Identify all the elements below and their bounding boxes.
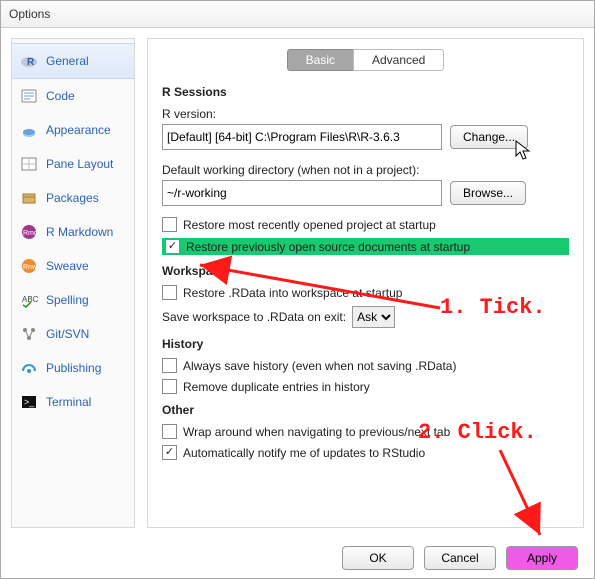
restore-docs-checkbox[interactable] (165, 239, 180, 254)
restore-docs-label: Restore previously open source documents… (186, 240, 470, 254)
restore-rdata-label: Restore .RData into workspace at startup (183, 286, 402, 300)
sidebar-item-general[interactable]: R General (12, 43, 134, 79)
wrap-tabs-label: Wrap around when navigating to previous/… (183, 425, 450, 439)
rmarkdown-icon: Rmd (20, 223, 38, 241)
browse-button[interactable]: Browse... (450, 181, 526, 205)
sidebar-item-label: Code (46, 89, 75, 103)
sweave-icon: Rnw (20, 257, 38, 275)
section-workspace: Workspace (162, 264, 569, 278)
sidebar-item-appearance[interactable]: Appearance (12, 113, 134, 147)
content-panel: Basic Advanced R Sessions R version: Cha… (147, 38, 584, 528)
sidebar-item-label: Appearance (46, 123, 111, 137)
section-history: History (162, 337, 569, 351)
save-workspace-label: Save workspace to .RData on exit: (162, 310, 346, 324)
spelling-icon: ABC (20, 291, 38, 309)
window-title: Options (9, 7, 50, 21)
r-version-input[interactable] (162, 124, 442, 150)
packages-icon (20, 189, 38, 207)
sidebar-item-label: Sweave (46, 259, 89, 273)
workdir-input[interactable] (162, 180, 442, 206)
publishing-icon (20, 359, 38, 377)
r-logo-icon: R (20, 52, 38, 70)
sidebar-item-git-svn[interactable]: Git/SVN (12, 317, 134, 351)
sidebar-item-code[interactable]: Code (12, 79, 134, 113)
sidebar-item-spelling[interactable]: ABC Spelling (12, 283, 134, 317)
sidebar-item-label: Git/SVN (46, 327, 89, 341)
notify-updates-checkbox[interactable] (162, 445, 177, 460)
restore-project-checkbox[interactable] (162, 217, 177, 232)
svg-text:Rnw: Rnw (23, 264, 38, 271)
svg-text:Rmd: Rmd (23, 230, 38, 237)
git-icon (20, 325, 38, 343)
svg-text:>_: >_ (24, 397, 35, 407)
sidebar-item-terminal[interactable]: >_ Terminal (12, 385, 134, 419)
tab-basic[interactable]: Basic (287, 49, 353, 71)
sidebar: R General Code Appearance Pane (11, 38, 135, 528)
titlebar: Options (1, 1, 594, 28)
change-button[interactable]: Change... (450, 125, 528, 149)
wrap-tabs-checkbox[interactable] (162, 424, 177, 439)
always-save-history-label: Always save history (even when not savin… (183, 359, 456, 373)
terminal-icon: >_ (20, 393, 38, 411)
options-dialog: Options R General Code Appearance (0, 0, 595, 579)
sidebar-item-label: Terminal (46, 395, 91, 409)
section-r-sessions: R Sessions (162, 85, 569, 99)
svg-text:R: R (27, 57, 35, 68)
tab-advanced[interactable]: Advanced (353, 49, 444, 71)
ok-button[interactable]: OK (342, 546, 414, 570)
dialog-footer: OK Cancel Apply (1, 538, 594, 578)
sidebar-item-label: Packages (46, 191, 99, 205)
appearance-icon (20, 121, 38, 139)
restore-rdata-checkbox[interactable] (162, 285, 177, 300)
code-icon (20, 87, 38, 105)
sidebar-item-rmarkdown[interactable]: Rmd R Markdown (12, 215, 134, 249)
sidebar-item-label: R Markdown (46, 225, 113, 239)
sidebar-item-label: Spelling (46, 293, 89, 307)
r-version-label: R version: (162, 107, 569, 121)
section-other: Other (162, 403, 569, 417)
remove-dups-checkbox[interactable] (162, 379, 177, 394)
restore-project-label: Restore most recently opened project at … (183, 218, 436, 232)
always-save-history-checkbox[interactable] (162, 358, 177, 373)
sidebar-item-publishing[interactable]: Publishing (12, 351, 134, 385)
sidebar-item-sweave[interactable]: Rnw Sweave (12, 249, 134, 283)
sidebar-item-label: General (46, 54, 89, 68)
pane-layout-icon (20, 155, 38, 173)
sidebar-item-packages[interactable]: Packages (12, 181, 134, 215)
sidebar-item-label: Publishing (46, 361, 101, 375)
save-workspace-select[interactable]: Ask (352, 306, 395, 328)
notify-updates-label: Automatically notify me of updates to RS… (183, 446, 425, 460)
apply-button[interactable]: Apply (506, 546, 578, 570)
sidebar-item-pane-layout[interactable]: Pane Layout (12, 147, 134, 181)
remove-dups-label: Remove duplicate entries in history (183, 380, 370, 394)
cancel-button[interactable]: Cancel (424, 546, 496, 570)
workdir-label: Default working directory (when not in a… (162, 163, 569, 177)
tabs: Basic Advanced (162, 49, 569, 71)
sidebar-item-label: Pane Layout (46, 157, 113, 171)
